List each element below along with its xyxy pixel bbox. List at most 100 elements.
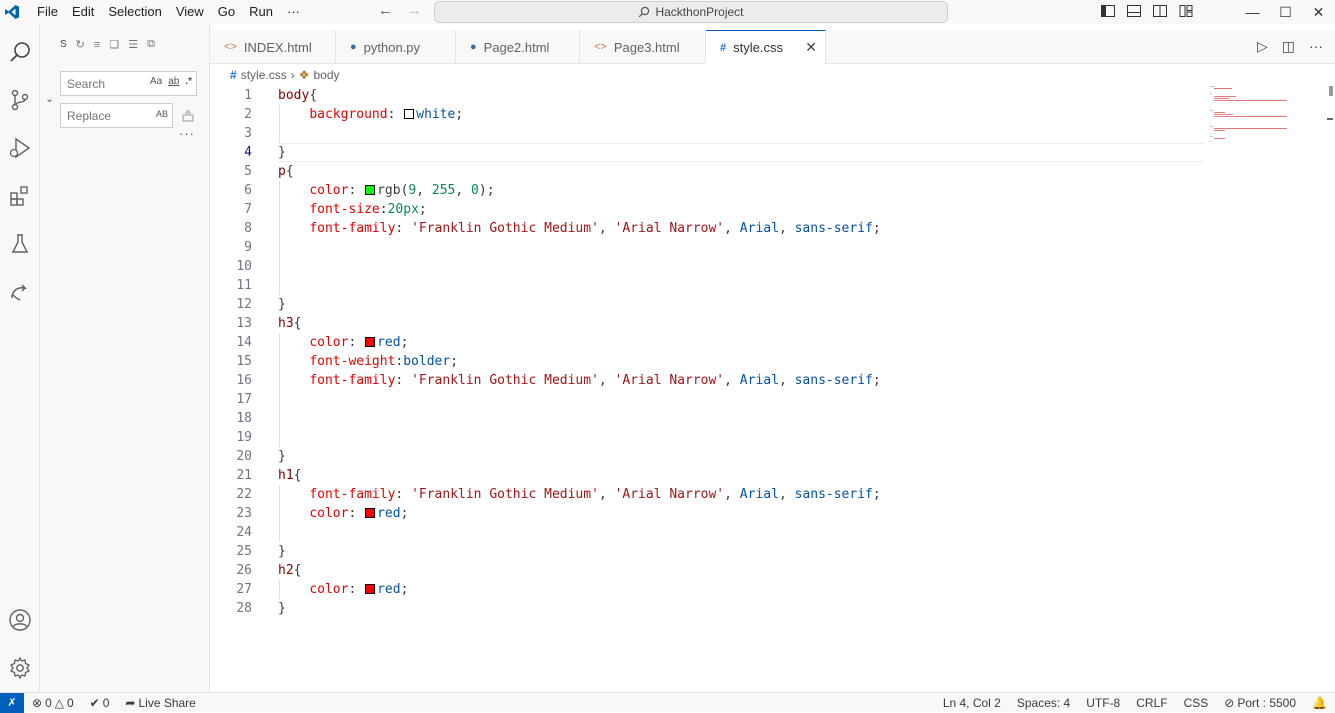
close-tab-icon[interactable]: ✕ xyxy=(805,39,817,56)
replace-input[interactable]: Replace AB xyxy=(60,103,173,128)
refresh-icon[interactable]: ↻ xyxy=(76,38,85,51)
problems-status[interactable]: ⊗ 0 △ 0 xyxy=(24,696,82,710)
collapse-all-icon[interactable]: ⧉ xyxy=(147,38,155,51)
toggle-sidebar-icon[interactable] xyxy=(1100,3,1116,19)
code-line[interactable]: 11 xyxy=(210,276,1210,295)
source-control-icon[interactable] xyxy=(4,84,36,116)
code-line[interactable]: 15 font-weight:bolder; xyxy=(210,352,1210,371)
testing-flask-icon[interactable] xyxy=(4,228,36,260)
code-line[interactable]: 16 font-family: 'Franklin Gothic Medium'… xyxy=(210,371,1210,390)
search-icon[interactable] xyxy=(4,36,36,68)
ports-status[interactable]: ✔ 0 xyxy=(82,696,118,710)
code-line[interactable]: 9 xyxy=(210,238,1210,257)
minimize-icon[interactable]: — xyxy=(1236,0,1269,24)
tab-style-css[interactable]: # style.css ✕ xyxy=(706,30,826,64)
breadcrumb-file[interactable]: style.css xyxy=(241,68,287,82)
menu-view[interactable]: View xyxy=(169,1,211,23)
notifications-bell-icon[interactable]: 🔔 xyxy=(1304,696,1335,710)
code-line[interactable]: 12} xyxy=(210,295,1210,314)
remote-indicator-icon[interactable]: ✗ xyxy=(0,692,24,713)
language-mode[interactable]: CSS xyxy=(1176,696,1217,710)
code-line[interactable]: 21 h1{ xyxy=(210,466,1210,485)
code-line[interactable]: 26 h2{ xyxy=(210,561,1210,580)
clear-results-icon[interactable]: ≡ xyxy=(94,39,100,51)
code-text: color: red; xyxy=(309,582,409,597)
close-window-icon[interactable]: ✕ xyxy=(1302,0,1335,24)
match-whole-word-icon[interactable]: ab xyxy=(168,76,179,87)
run-debug-icon[interactable] xyxy=(4,132,36,164)
menu-go[interactable]: Go xyxy=(211,1,242,23)
minimap[interactable] xyxy=(1210,86,1320,146)
search-input[interactable]: Search Aa ab .* xyxy=(60,71,197,96)
use-regex-icon[interactable]: .* xyxy=(185,76,192,87)
code-line[interactable]: 6 color: rgb(9, 255, 0); xyxy=(210,181,1210,200)
code-line[interactable]: 28} xyxy=(210,599,1210,618)
customize-layout-icon[interactable] xyxy=(1178,3,1194,19)
live-share-status[interactable]: ➦ Live Share xyxy=(117,696,203,710)
tab-index-html[interactable]: <> INDEX.html xyxy=(210,30,336,64)
cursor-position[interactable]: Ln 4, Col 2 xyxy=(935,696,1009,710)
code-text: font-weight:bolder; xyxy=(309,354,459,369)
breadcrumb-symbol[interactable]: body xyxy=(313,68,339,82)
live-share-icon: ➦ xyxy=(125,695,136,710)
toggle-search-details-icon[interactable]: ··· xyxy=(179,126,195,141)
code-line[interactable]: 25} xyxy=(210,542,1210,561)
menu-more[interactable]: ··· xyxy=(280,1,307,23)
code-text: color: red; xyxy=(309,335,409,350)
live-share-icon[interactable] xyxy=(4,276,36,308)
view-as-tree-icon[interactable]: ☰ xyxy=(128,38,138,51)
scrollbar-thumb[interactable] xyxy=(1329,86,1333,96)
search-title: S xyxy=(60,39,67,50)
code-line[interactable]: 22 font-family: 'Franklin Gothic Medium'… xyxy=(210,485,1210,504)
menu-run[interactable]: Run xyxy=(242,1,280,23)
end-of-line[interactable]: CRLF xyxy=(1128,696,1175,710)
code-line[interactable]: 3 xyxy=(210,124,1210,143)
preserve-case-icon[interactable]: AB xyxy=(156,109,168,119)
extensions-icon[interactable] xyxy=(4,180,36,212)
code-editor[interactable]: 1 body{2 background: white; 3 4} 5 p{6 color:… xyxy=(210,86,1210,686)
code-text: } xyxy=(278,449,286,464)
menu-file[interactable]: File xyxy=(30,1,65,23)
match-case-icon[interactable]: Aa xyxy=(150,76,162,87)
maximize-icon[interactable]: ☐ xyxy=(1269,0,1302,24)
code-line[interactable]: 24 xyxy=(210,523,1210,542)
accounts-icon[interactable] xyxy=(4,604,36,636)
code-line[interactable]: 14 color: red; xyxy=(210,333,1210,352)
code-line[interactable]: 17 xyxy=(210,390,1210,409)
code-line[interactable]: 23 color: red; xyxy=(210,504,1210,523)
tab-python-py[interactable]: ● python.py xyxy=(336,30,456,64)
code-line[interactable]: 13 h3{ xyxy=(210,314,1210,333)
code-line[interactable]: 27 color: red; xyxy=(210,580,1210,599)
menu-edit[interactable]: Edit xyxy=(65,1,101,23)
code-line[interactable]: 19 xyxy=(210,428,1210,447)
encoding[interactable]: UTF-8 xyxy=(1078,696,1128,710)
menu-selection[interactable]: Selection xyxy=(101,1,168,23)
command-center[interactable]: HackthonProject xyxy=(434,1,948,23)
toggle-secondary-sidebar-icon[interactable] xyxy=(1152,3,1168,19)
forward-arrow-icon[interactable]: → xyxy=(407,2,422,19)
code-line[interactable]: 8 font-family: 'Franklin Gothic Medium',… xyxy=(210,219,1210,238)
replace-all-icon[interactable] xyxy=(181,109,195,123)
code-line[interactable]: 2 background: white; xyxy=(210,105,1210,124)
more-actions-icon[interactable]: ··· xyxy=(1309,38,1323,55)
code-line[interactable]: 1 body{ xyxy=(210,86,1210,105)
code-line[interactable]: 4} xyxy=(210,143,1210,162)
new-search-editor-icon[interactable]: ❏ xyxy=(109,38,119,51)
line-number: 4 xyxy=(244,145,252,160)
navigation-arrows: ← → xyxy=(378,2,422,19)
code-line[interactable]: 20} xyxy=(210,447,1210,466)
settings-gear-icon[interactable] xyxy=(4,652,36,684)
indentation[interactable]: Spaces: 4 xyxy=(1009,696,1078,710)
split-editor-icon[interactable]: ◫ xyxy=(1282,38,1295,55)
toggle-panel-icon[interactable] xyxy=(1126,3,1142,19)
code-line[interactable]: 5 p{ xyxy=(210,162,1210,181)
toggle-replace-chevron-icon[interactable]: ⌄ xyxy=(45,92,54,105)
tab-page2-html[interactable]: ● Page2.html xyxy=(456,30,580,64)
code-line[interactable]: 7 font-size:20px; xyxy=(210,200,1210,219)
code-line[interactable]: 10 xyxy=(210,257,1210,276)
back-arrow-icon[interactable]: ← xyxy=(378,2,393,19)
run-file-icon[interactable]: ▷ xyxy=(1257,38,1268,55)
tab-page3-html[interactable]: <> Page3.html xyxy=(580,30,706,64)
code-line[interactable]: 18 xyxy=(210,409,1210,428)
live-server-port[interactable]: ⊘ Port : 5500 xyxy=(1216,696,1304,710)
